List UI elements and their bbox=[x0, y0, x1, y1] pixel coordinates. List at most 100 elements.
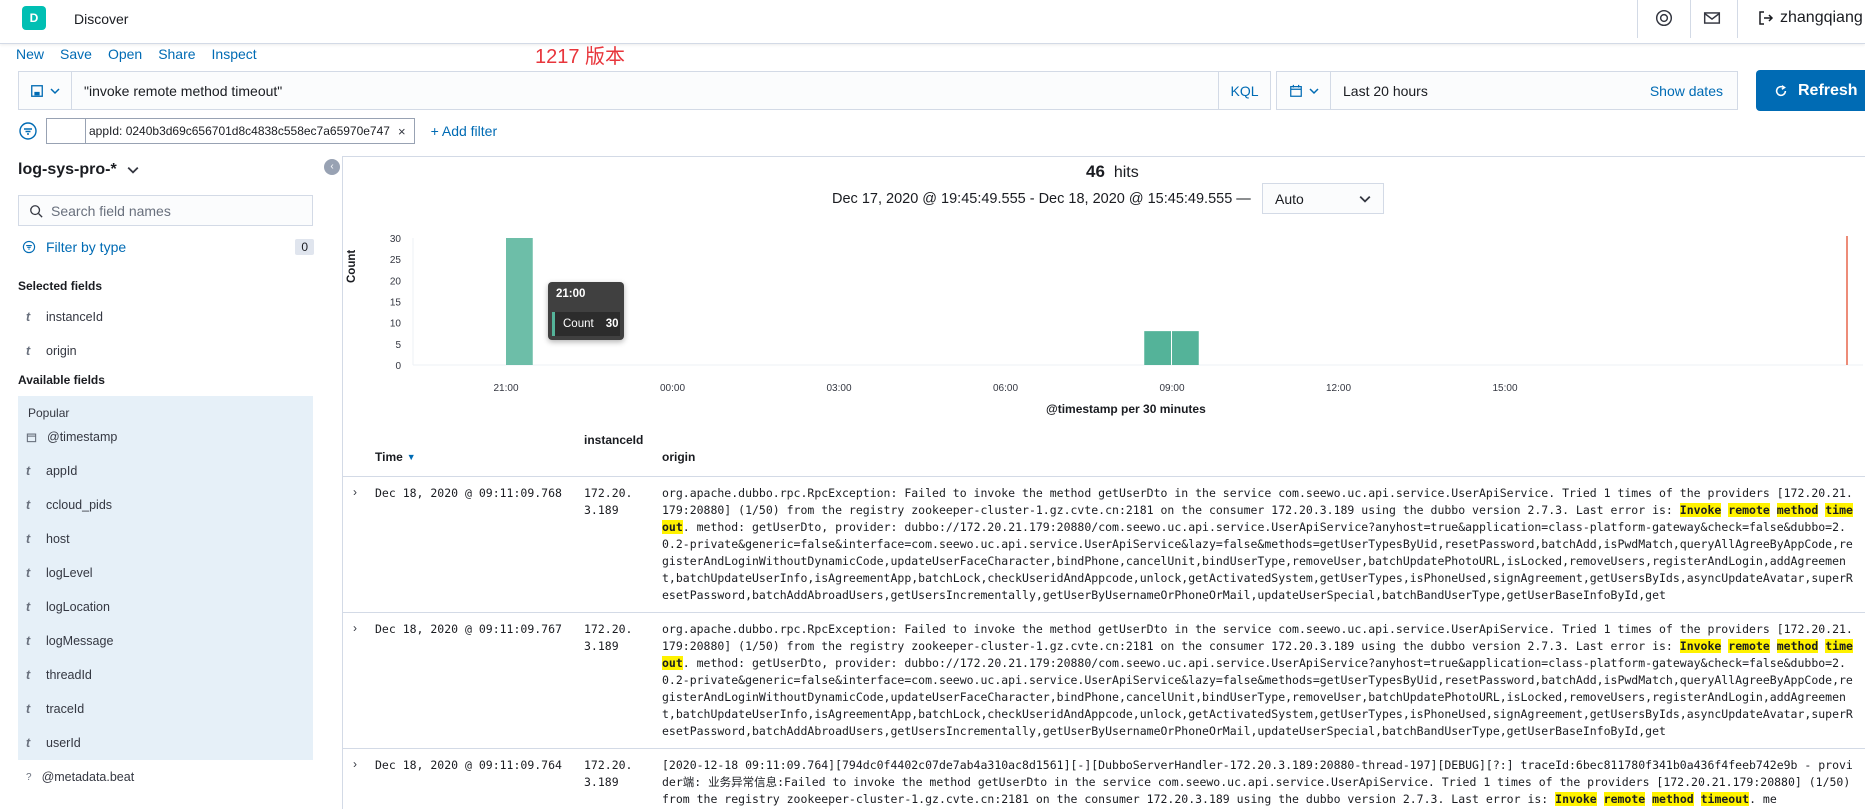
show-dates-link[interactable]: Show dates bbox=[1650, 83, 1737, 99]
y-tick-label: 5 bbox=[395, 340, 401, 351]
popular-title: Popular bbox=[28, 406, 70, 420]
column-header-origin[interactable]: origin bbox=[662, 450, 695, 464]
filter-by-type-button[interactable]: Filter by type 0 bbox=[22, 239, 314, 255]
row-time: Dec 18, 2020 @ 09:11:09.768 bbox=[375, 486, 562, 500]
field-item-traceId[interactable]: t traceId bbox=[26, 702, 84, 716]
x-tick-label: 21:00 bbox=[493, 383, 518, 394]
highlight: method bbox=[1776, 639, 1819, 653]
field-item-appId[interactable]: t appId bbox=[26, 464, 77, 478]
close-icon[interactable]: × bbox=[398, 124, 406, 139]
query-language-button[interactable]: KQL bbox=[1218, 72, 1270, 109]
x-tick-label: 12:00 bbox=[1326, 383, 1351, 394]
field-label: ccloud_pids bbox=[46, 498, 113, 512]
field-item-threadId[interactable]: t threadId bbox=[26, 668, 92, 682]
field-search-input[interactable]: Search field names bbox=[18, 195, 313, 226]
filter-pill[interactable]: appId: 0240b3d69c656701d8c4838c558ec7a65… bbox=[46, 118, 415, 144]
top-nav-menu: New Save Open Share Inspect bbox=[16, 46, 257, 62]
breadcrumb: Discover bbox=[74, 11, 129, 27]
field-item-logLevel[interactable]: t logLevel bbox=[26, 566, 93, 580]
origin-text: . me bbox=[1749, 792, 1777, 806]
highlight: method bbox=[1652, 792, 1694, 806]
available-fields-title: Available fields bbox=[18, 373, 105, 387]
y-tick-label: 15 bbox=[390, 298, 402, 309]
chevron-down-icon bbox=[127, 166, 139, 174]
filter-bar: appId: 0240b3d69c656701d8c4838c558ec7a65… bbox=[18, 118, 497, 144]
field-label: logLevel bbox=[46, 566, 93, 580]
x-tick-label: 03:00 bbox=[826, 383, 851, 394]
chart-tooltip: 21:00 Count 30 bbox=[548, 282, 624, 340]
mail-icon[interactable] bbox=[1703, 9, 1721, 27]
new-button[interactable]: New bbox=[16, 46, 44, 62]
hits-number: 46 bbox=[1086, 162, 1105, 181]
date-range-text[interactable]: Last 20 hours bbox=[1331, 83, 1650, 99]
space-avatar[interactable]: D bbox=[22, 6, 46, 30]
row-instance: 172.20.3.189 bbox=[584, 758, 633, 789]
column-label: Time bbox=[375, 450, 403, 464]
field-item-ccloud-pids[interactable]: t ccloud_pids bbox=[26, 498, 112, 512]
string-type-icon: t bbox=[26, 464, 31, 478]
highlight: timeout bbox=[1700, 792, 1750, 806]
inspect-button[interactable]: Inspect bbox=[212, 46, 257, 62]
histogram-bar[interactable] bbox=[1144, 331, 1171, 365]
quick-menu-button[interactable] bbox=[1277, 72, 1331, 109]
field-item-origin[interactable]: t origin bbox=[26, 344, 77, 358]
interval-select[interactable]: Auto bbox=[1262, 183, 1384, 214]
share-button[interactable]: Share bbox=[158, 46, 195, 62]
y-tick-label: 10 bbox=[390, 319, 402, 330]
field-label: logLocation bbox=[46, 600, 110, 614]
highlight: remote bbox=[1728, 639, 1770, 653]
table-row: › Dec 18, 2020 @ 09:11:09.764 172.20.3.1… bbox=[343, 748, 1865, 809]
expand-row-icon[interactable]: › bbox=[353, 485, 357, 499]
refresh-button[interactable]: Refresh bbox=[1756, 70, 1865, 111]
field-item-instanceId[interactable]: t instanceId bbox=[26, 310, 103, 324]
add-filter-button[interactable]: + Add filter bbox=[431, 123, 498, 139]
save-button[interactable]: Save bbox=[60, 46, 92, 62]
histogram-bar[interactable] bbox=[506, 238, 533, 365]
filter-pill-label: appId: 0240b3d69c656701d8c4838c558ec7a65… bbox=[89, 124, 390, 138]
tooltip-label: Count bbox=[563, 318, 594, 330]
highlight: method bbox=[1776, 503, 1819, 517]
field-item-logLocation[interactable]: t logLocation bbox=[26, 600, 110, 614]
sort-down-icon[interactable]: ▼ bbox=[407, 452, 416, 462]
string-type-icon: t bbox=[26, 702, 31, 716]
row-origin: org.apache.dubbo.rpc.RpcException: Faile… bbox=[662, 485, 1858, 608]
index-pattern-selector[interactable]: log-sys-pro-* bbox=[18, 161, 139, 179]
column-header-time[interactable]: Time ▼ bbox=[375, 450, 416, 464]
x-tick-label: 00:00 bbox=[660, 383, 685, 394]
field-label: @timestamp bbox=[47, 430, 118, 444]
histogram-bar[interactable] bbox=[1172, 331, 1199, 365]
row-time: Dec 18, 2020 @ 09:11:09.767 bbox=[375, 622, 562, 636]
string-type-icon: t bbox=[26, 532, 31, 546]
field-item-timestamp[interactable]: @timestamp bbox=[26, 430, 117, 444]
highlight: remote bbox=[1728, 503, 1770, 517]
highlight: Invoke bbox=[1679, 639, 1722, 653]
field-item-userId[interactable]: t userId bbox=[26, 736, 81, 750]
top-bar: D Discover zhangqiang bbox=[0, 0, 1865, 44]
collapse-sidebar-icon[interactable]: ‹ bbox=[324, 159, 340, 175]
y-tick-label: 25 bbox=[390, 255, 402, 266]
expand-row-icon[interactable]: › bbox=[353, 757, 357, 771]
filter-count-badge: 0 bbox=[295, 239, 314, 255]
y-tick-label: 20 bbox=[390, 276, 402, 287]
refresh-icon bbox=[1775, 84, 1787, 96]
saved-query-button[interactable] bbox=[19, 72, 72, 109]
search-input[interactable]: "invoke remote method timeout" bbox=[72, 83, 1218, 99]
field-item-host[interactable]: t host bbox=[26, 532, 70, 546]
unknown-type-icon: ? bbox=[26, 771, 32, 783]
origin-text: . method: getUserDto, provider: dubbo://… bbox=[662, 656, 1853, 738]
open-button[interactable]: Open bbox=[108, 46, 142, 62]
highlight: Invoke bbox=[1555, 792, 1597, 806]
field-item-metadata-beat[interactable]: ? @metadata.beat bbox=[26, 770, 134, 784]
string-type-icon: t bbox=[26, 634, 31, 648]
help-icon[interactable] bbox=[1655, 9, 1673, 27]
calendar-icon bbox=[1289, 84, 1302, 97]
column-header-instance[interactable]: instanceId bbox=[584, 433, 643, 447]
filter-menu-icon[interactable] bbox=[18, 121, 38, 141]
user-menu[interactable]: zhangqiang bbox=[1758, 9, 1863, 27]
string-type-icon: t bbox=[26, 310, 31, 324]
string-type-icon: t bbox=[26, 736, 31, 750]
expand-row-icon[interactable]: › bbox=[353, 621, 357, 635]
hits-count: 46 hits bbox=[1086, 162, 1139, 182]
table-row: › Dec 18, 2020 @ 09:11:09.767 172.20.3.1… bbox=[343, 612, 1865, 748]
field-item-logMessage[interactable]: t logMessage bbox=[26, 634, 113, 648]
